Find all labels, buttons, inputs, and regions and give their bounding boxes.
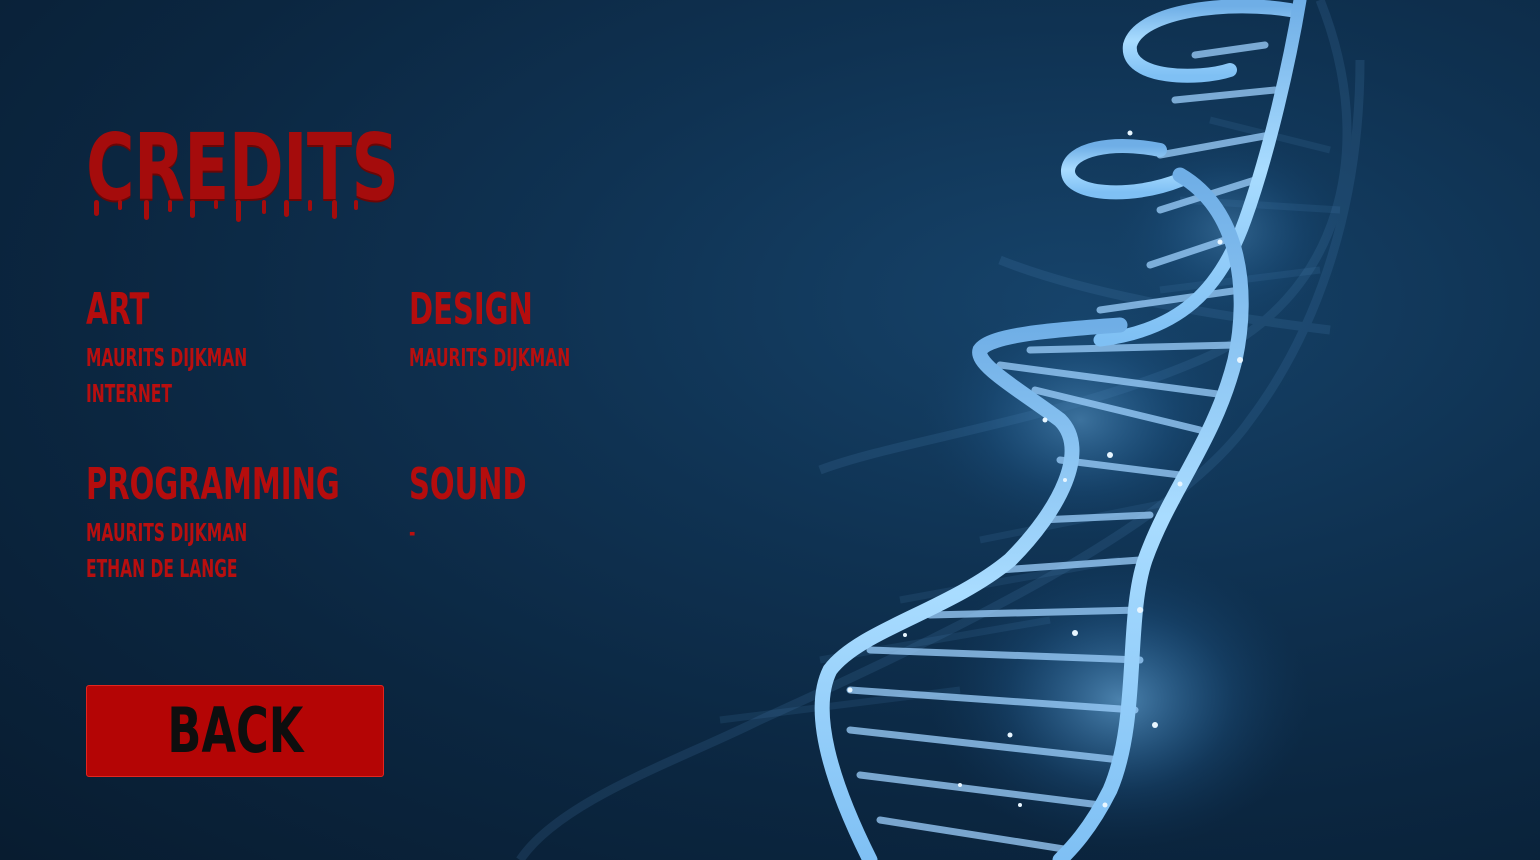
back-button[interactable]: BACK (86, 685, 384, 777)
credit-name: MAURITS DIJKMAN (409, 343, 571, 372)
credit-name: MAURITS DIJKMAN (86, 518, 248, 547)
credit-name: ETHAN DE LANGE (86, 554, 238, 583)
section-heading: DESIGN (409, 284, 533, 335)
title-drip-decoration (94, 200, 358, 222)
credit-name: MAURITS DIJKMAN (86, 343, 248, 372)
credits-section-design: DESIGN MAURITS DIJKMAN (409, 286, 669, 376)
credits-section-sound: SOUND - (409, 461, 587, 551)
credits-section-art: ART MAURITS DIJKMAN INTERNET (86, 286, 346, 412)
section-heading: SOUND (409, 459, 527, 510)
section-heading: PROGRAMMING (86, 459, 340, 510)
credit-name: INTERNET (86, 379, 172, 408)
back-button-label: BACK (167, 694, 303, 767)
credit-name: - (409, 518, 416, 547)
section-heading: ART (86, 284, 150, 335)
credits-screen: CREDITS ART MAURITS DIJKMAN INTERNET DES… (0, 0, 1540, 860)
